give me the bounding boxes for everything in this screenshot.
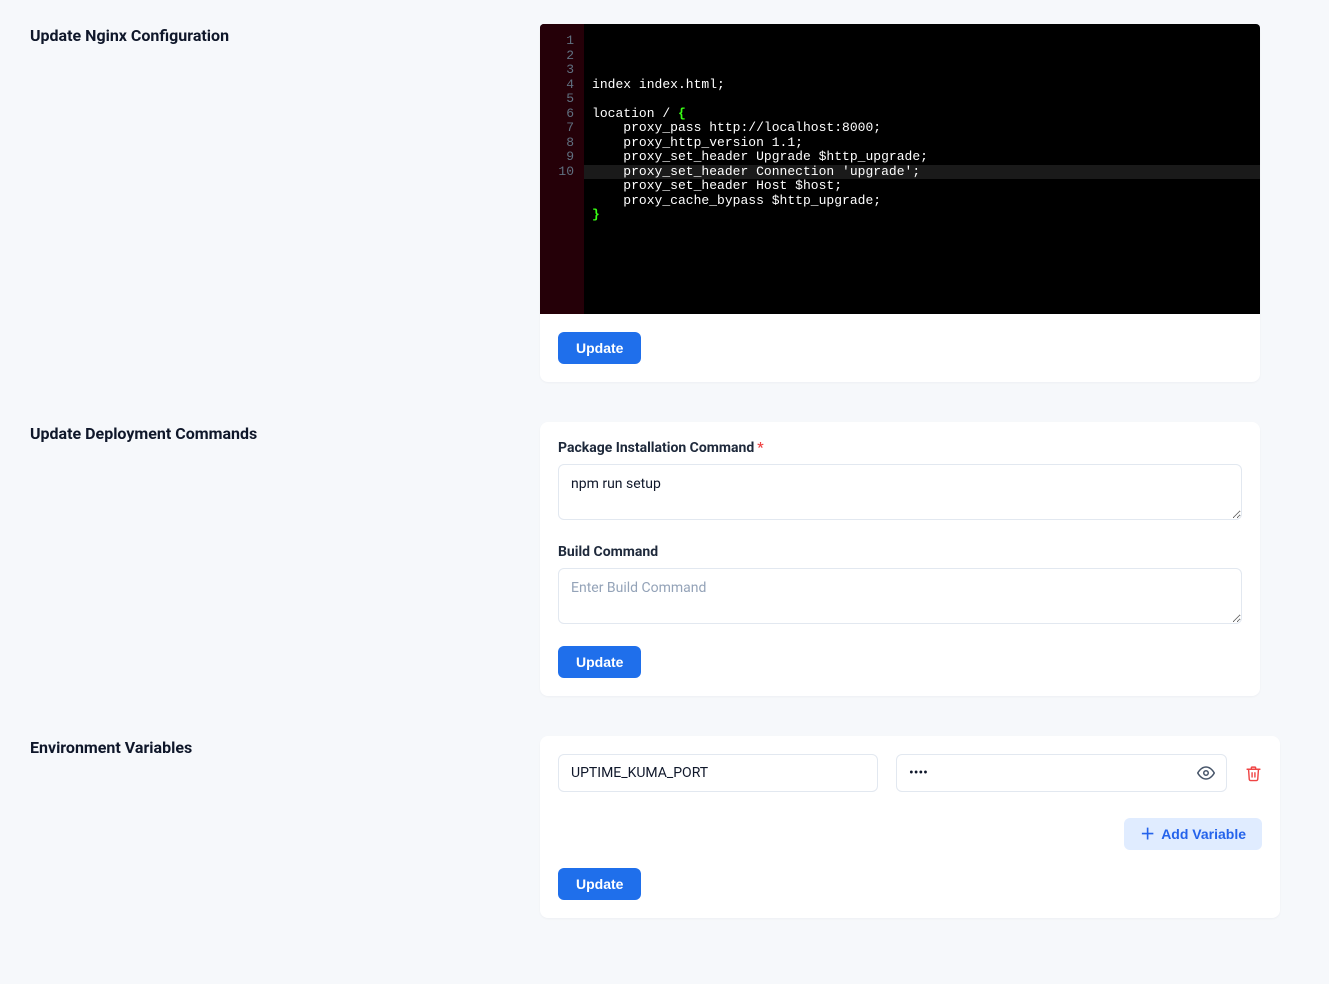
install-command-input[interactable] xyxy=(558,464,1242,520)
trash-icon[interactable] xyxy=(1245,765,1262,782)
code-content[interactable]: index index.html; location / { proxy_pas… xyxy=(584,24,1260,314)
section-title-nginx: Update Nginx Configuration xyxy=(30,24,540,45)
add-variable-button[interactable]: ＋ Add Variable xyxy=(1124,818,1262,850)
env-key-input[interactable] xyxy=(558,754,878,792)
nginx-code-editor[interactable]: 12345678910 index index.html; location /… xyxy=(540,24,1260,314)
section-title-deploy: Update Deployment Commands xyxy=(30,422,540,443)
env-value-input[interactable] xyxy=(896,754,1227,792)
section-nginx: Update Nginx Configuration 12345678910 i… xyxy=(30,24,1299,382)
section-deploy: Update Deployment Commands Package Insta… xyxy=(30,422,1299,696)
update-deploy-button[interactable]: Update xyxy=(558,646,641,678)
install-command-label: Package Installation Command* xyxy=(558,440,1242,456)
install-command-label-text: Package Installation Command xyxy=(558,440,754,456)
card-nginx: 12345678910 index index.html; location /… xyxy=(540,24,1260,382)
plus-icon: ＋ xyxy=(1140,827,1155,842)
required-asterisk: * xyxy=(757,440,763,456)
update-env-button[interactable]: Update xyxy=(558,868,641,900)
build-command-input[interactable] xyxy=(558,568,1242,624)
build-command-label: Build Command xyxy=(558,544,1242,560)
env-var-row xyxy=(558,754,1262,792)
section-env: Environment Variables ＋ Add Variable xyxy=(30,736,1299,918)
update-nginx-button[interactable]: Update xyxy=(558,332,641,364)
add-variable-label: Add Variable xyxy=(1161,826,1246,842)
card-deploy: Package Installation Command* Build Comm… xyxy=(540,422,1260,696)
card-env: ＋ Add Variable Update xyxy=(540,736,1280,918)
code-gutter: 12345678910 xyxy=(540,24,584,314)
section-title-env: Environment Variables xyxy=(30,736,540,757)
eye-icon[interactable] xyxy=(1197,764,1215,782)
